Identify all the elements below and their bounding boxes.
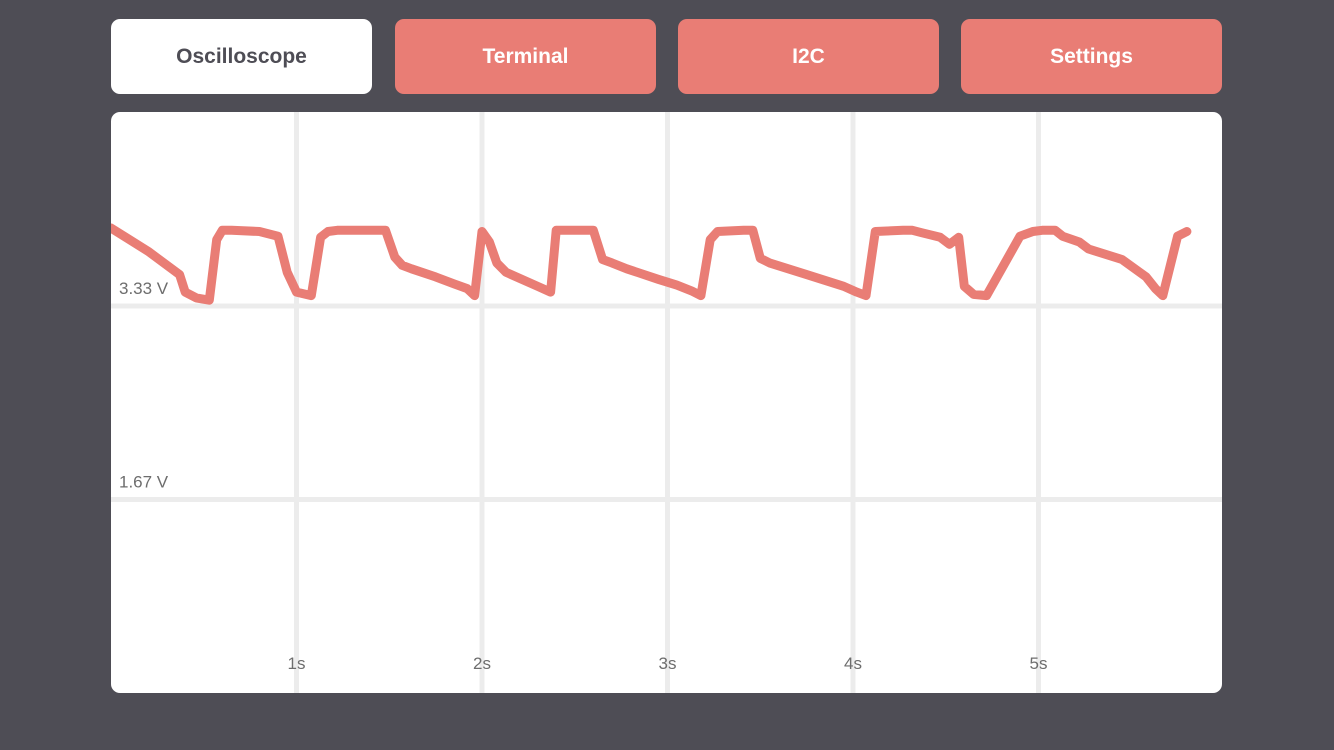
y-tick-label: 1.67 V [119,472,169,491]
x-tick-label: 3s [659,654,677,673]
tab-bar: Oscilloscope Terminal I2C Settings [111,19,1222,94]
oscilloscope-plot[interactable]: 1s 2s 3s 4s 5s 3.33 V 1.67 V [111,112,1222,693]
tab-settings[interactable]: Settings [961,19,1222,94]
oscilloscope-chart: 1s 2s 3s 4s 5s 3.33 V 1.67 V [111,112,1222,693]
signal-trace [111,223,1192,305]
y-tick-label: 3.33 V [119,279,169,298]
x-tick-label: 5s [1030,654,1048,673]
x-tick-label: 2s [473,654,491,673]
tab-i2c[interactable]: I2C [678,19,939,94]
tab-terminal[interactable]: Terminal [395,19,656,94]
x-tick-label: 1s [288,654,306,673]
tab-oscilloscope[interactable]: Oscilloscope [111,19,372,94]
x-tick-label: 4s [844,654,862,673]
